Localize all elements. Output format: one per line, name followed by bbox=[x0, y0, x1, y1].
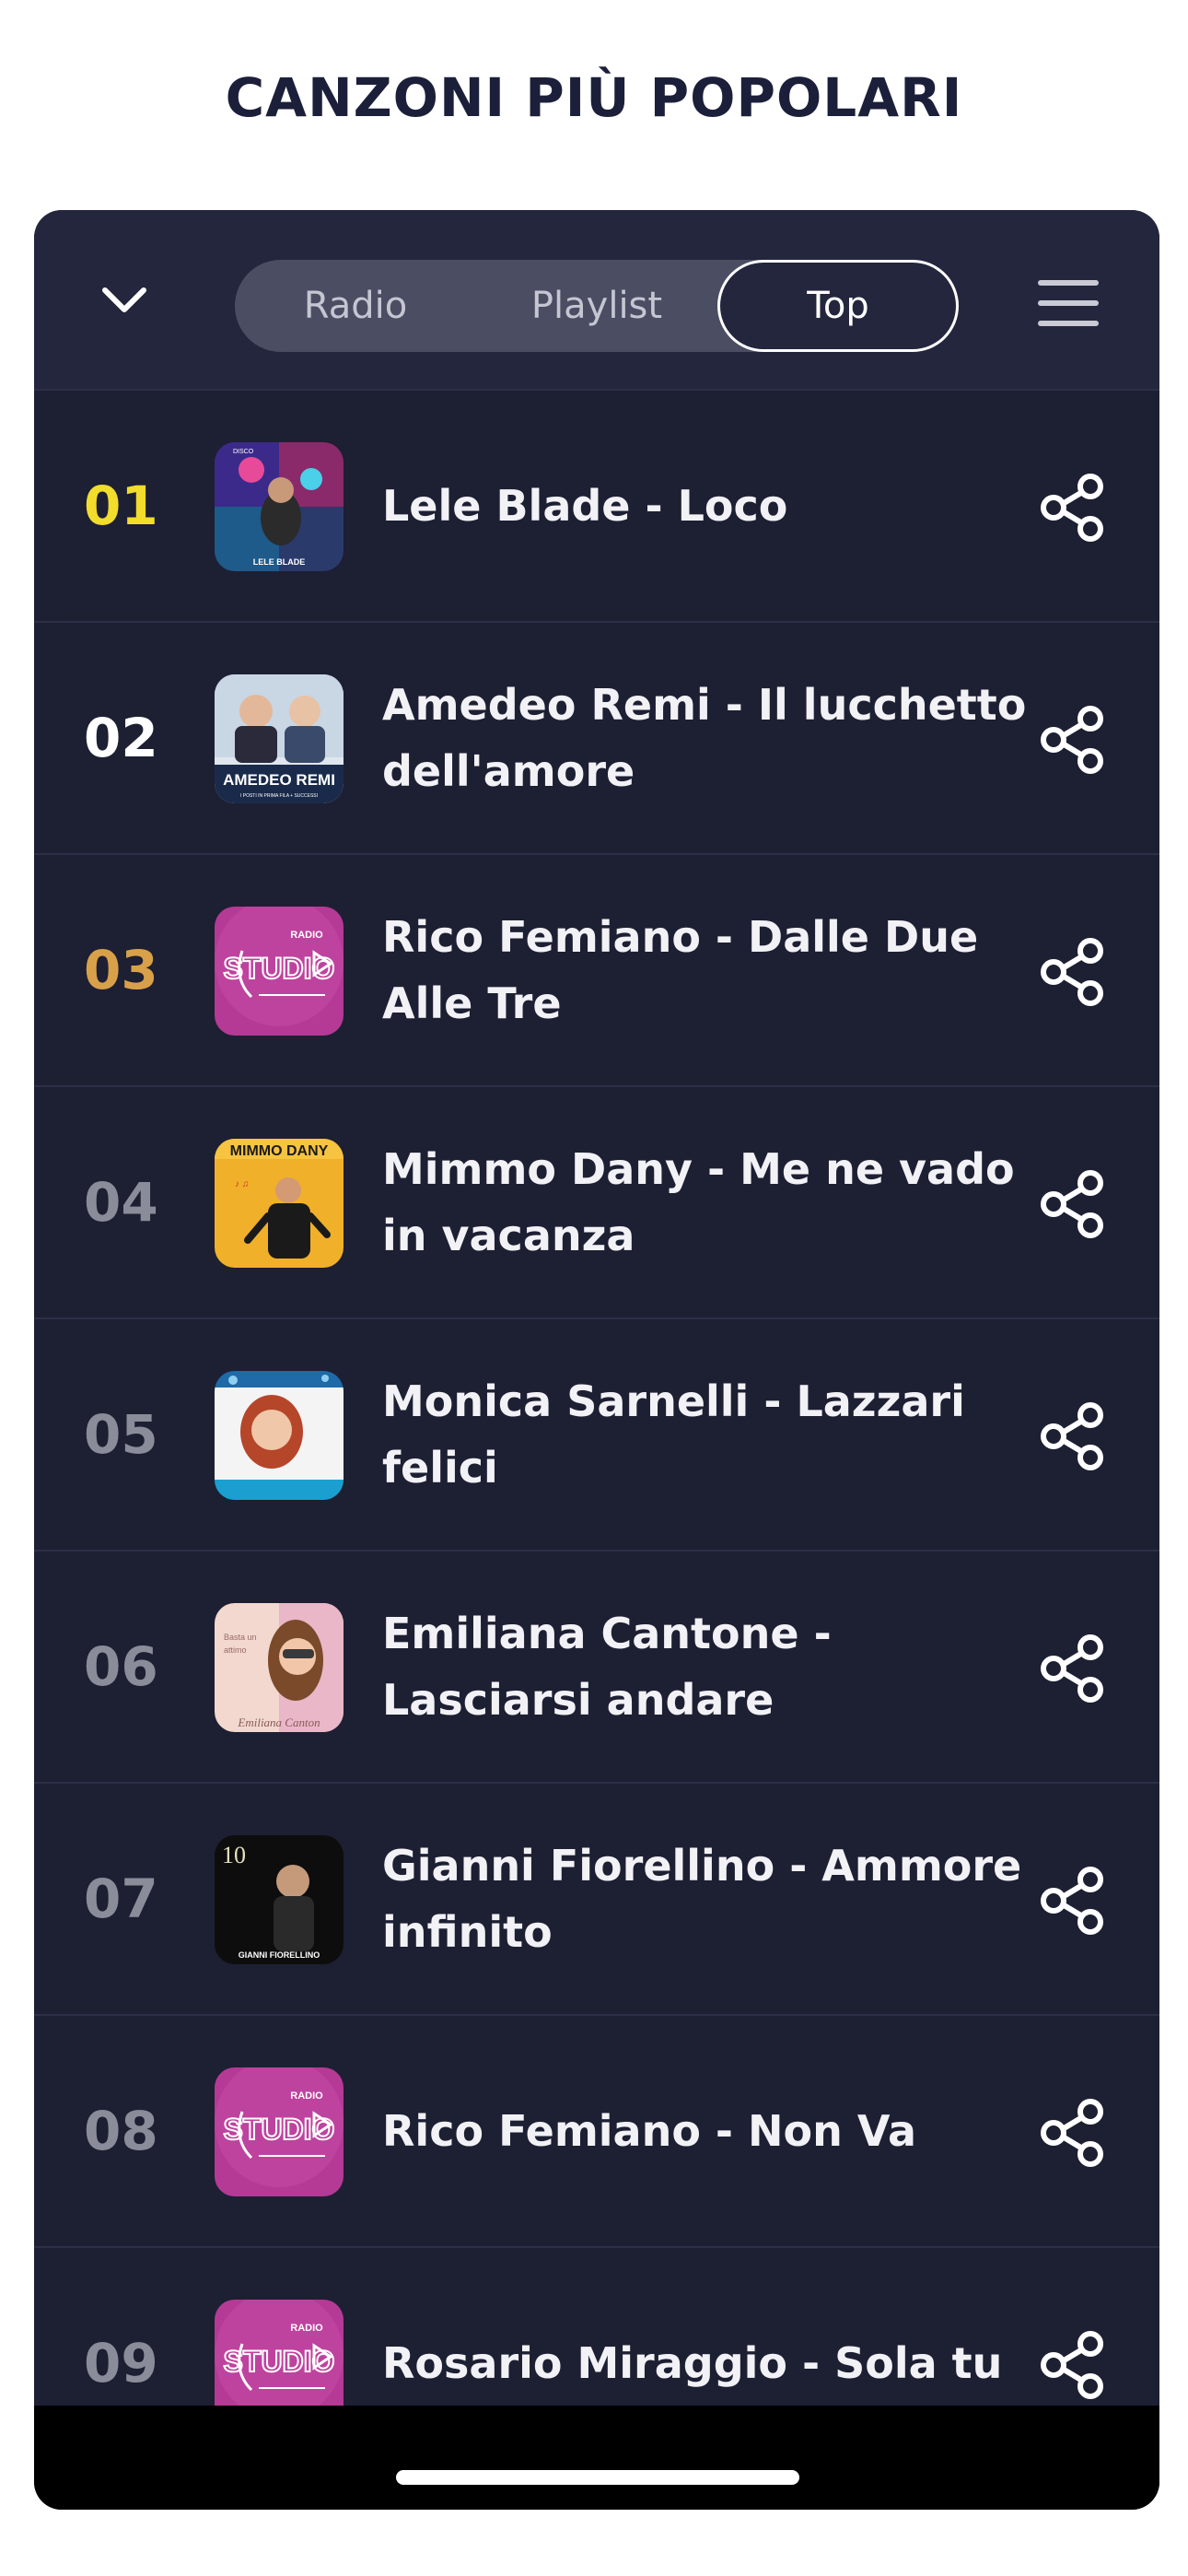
share-icon[interactable] bbox=[1038, 1170, 1106, 1238]
svg-text:MIMMO DANY: MIMMO DANY bbox=[230, 1143, 329, 1159]
share-icon[interactable] bbox=[1038, 474, 1106, 542]
tab-switcher: Radio Playlist Top bbox=[235, 260, 959, 352]
svg-text:GIANNI FIORELLINO: GIANNI FIORELLINO bbox=[239, 1950, 320, 1960]
album-cover: Basta un attimo Emiliana Canton bbox=[215, 1603, 344, 1732]
home-bar bbox=[34, 2406, 1159, 2510]
share-icon[interactable] bbox=[1038, 2331, 1106, 2399]
share-icon[interactable] bbox=[1038, 1634, 1106, 1703]
album-cover: RADIO STUDIO bbox=[215, 2067, 344, 2196]
svg-text:RADIO: RADIO bbox=[290, 930, 323, 941]
share-icon[interactable] bbox=[1038, 1402, 1106, 1470]
album-cover: AMEDEO REMI I POSTI IN PRIMA FILA + SUCC… bbox=[215, 674, 344, 803]
svg-text:10: 10 bbox=[222, 1842, 246, 1868]
song-rank: 05 bbox=[84, 1403, 158, 1466]
hamburger-menu-icon[interactable] bbox=[1038, 275, 1102, 330]
song-title: Rico Femiano - Non Va bbox=[382, 2106, 917, 2156]
song-rank: 01 bbox=[84, 474, 158, 537]
svg-text:RADIO: RADIO bbox=[290, 2323, 323, 2334]
top-songs-panel: Radio Playlist Top 01 LELE BLADE DISCO L… bbox=[34, 210, 1159, 2510]
song-title: Monica Sarnelli - Lazzari felici bbox=[382, 1376, 965, 1493]
song-rank: 02 bbox=[84, 707, 158, 769]
tab-playlist[interactable]: Playlist bbox=[476, 260, 717, 352]
song-title: Mimmo Dany - Me ne vado in vacanza bbox=[382, 1144, 1015, 1260]
share-icon[interactable] bbox=[1038, 2099, 1106, 2167]
song-row[interactable]: 08 RADIO STUDIO Rico Femiano - Non Va bbox=[34, 2016, 1159, 2248]
svg-text:DISCO: DISCO bbox=[233, 449, 254, 455]
share-icon[interactable] bbox=[1038, 706, 1106, 774]
song-rank: 08 bbox=[84, 2100, 158, 2162]
svg-text:I POSTI IN PRIMA FILA + SUCCES: I POSTI IN PRIMA FILA + SUCCESSI bbox=[240, 793, 318, 799]
album-cover: LELE BLADE DISCO bbox=[215, 442, 344, 571]
svg-text:RADIO: RADIO bbox=[290, 2090, 323, 2102]
page-title: CANZONI PIÙ POPOLARI bbox=[225, 66, 963, 129]
tab-radio[interactable]: Radio bbox=[235, 260, 476, 352]
song-row[interactable]: 05 Monica Sarnelli - Lazzari felici bbox=[34, 1319, 1159, 1551]
song-rank: 07 bbox=[84, 1868, 158, 1930]
song-row[interactable]: 06 Basta un attimo Emiliana Canton Emili… bbox=[34, 1551, 1159, 1784]
home-indicator[interactable] bbox=[396, 2470, 799, 2485]
song-title: Amedeo Remi - Il lucchetto dell'amore bbox=[382, 680, 1027, 796]
song-title: Lele Blade - Loco bbox=[382, 481, 788, 531]
album-cover bbox=[215, 1371, 344, 1500]
song-row[interactable]: 02 AMEDEO REMI I POSTI IN PRIMA FILA + S… bbox=[34, 623, 1159, 855]
share-icon[interactable] bbox=[1038, 938, 1106, 1006]
song-list: 01 LELE BLADE DISCO Lele Blade - Loco 02 bbox=[34, 391, 1159, 2480]
song-rank: 03 bbox=[84, 939, 158, 1001]
song-rank: 04 bbox=[84, 1171, 158, 1234]
song-title: Rico Femiano - Dalle Due Alle Tre bbox=[382, 912, 979, 1028]
svg-text:AMEDEO REMI: AMEDEO REMI bbox=[223, 771, 335, 789]
svg-text:♪ ♫: ♪ ♫ bbox=[235, 1179, 249, 1189]
song-row[interactable]: 01 LELE BLADE DISCO Lele Blade - Loco bbox=[34, 391, 1159, 623]
song-title: Emiliana Cantone - Lasciarsi andare bbox=[382, 1609, 832, 1725]
album-cover: RADIO STUDIO bbox=[215, 907, 344, 1036]
song-row[interactable]: 04 MIMMO DANY ♪ ♫ Mimmo Dany - Me ne vad… bbox=[34, 1087, 1159, 1319]
top-bar: Radio Playlist Top bbox=[34, 210, 1159, 391]
svg-text:LELE BLADE: LELE BLADE bbox=[253, 557, 306, 567]
album-cover: 10 GIANNI FIORELLINO bbox=[215, 1835, 344, 1964]
song-row[interactable]: 03 RADIO STUDIO Rico Femiano - Dalle Due… bbox=[34, 855, 1159, 1087]
share-icon[interactable] bbox=[1038, 1867, 1106, 1935]
song-title: Gianni Fiorellino - Ammore infinito bbox=[382, 1841, 1022, 1957]
chevron-down-icon[interactable] bbox=[89, 265, 159, 335]
svg-text:attimo: attimo bbox=[224, 1645, 247, 1655]
svg-text:Emiliana Canton: Emiliana Canton bbox=[237, 1715, 320, 1729]
svg-text:Basta un: Basta un bbox=[224, 1633, 257, 1642]
album-cover: MIMMO DANY ♪ ♫ bbox=[215, 1139, 344, 1268]
tab-top[interactable]: Top bbox=[717, 260, 959, 352]
song-rank: 06 bbox=[84, 1635, 158, 1698]
song-row[interactable]: 07 10 GIANNI FIORELLINO Gianni Fiorellin… bbox=[34, 1784, 1159, 2016]
